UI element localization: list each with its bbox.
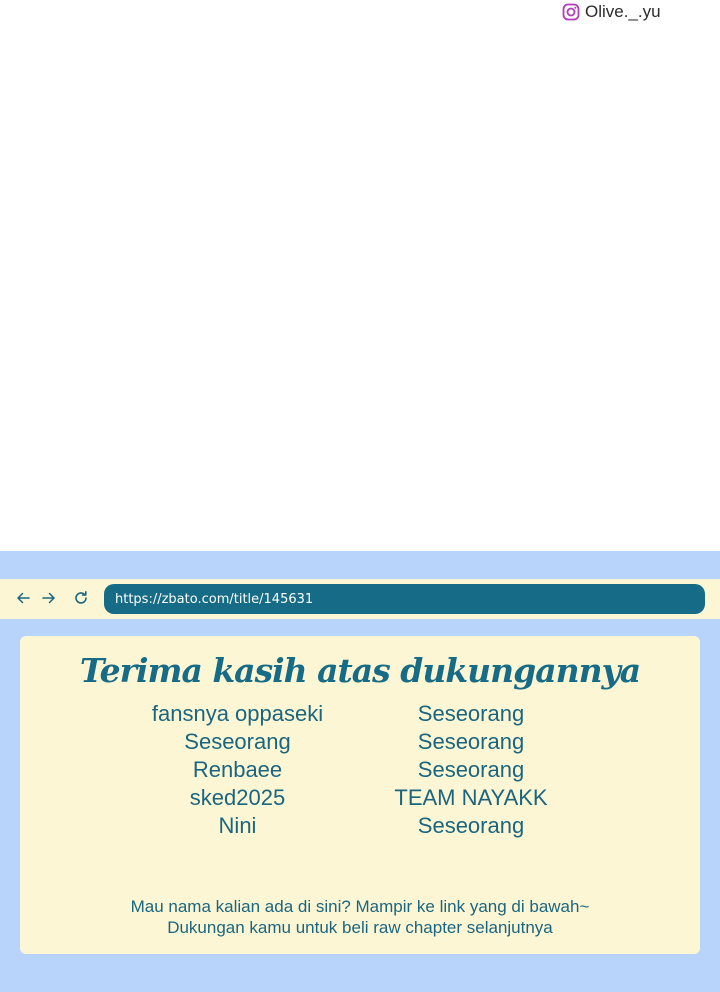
- supporter-name: sked2025: [189, 785, 286, 810]
- supporter-name: Seseorang: [417, 813, 525, 838]
- arrow-right-icon: [42, 592, 55, 604]
- footer-line: Dukungan kamu untuk beli raw chapter sel…: [167, 918, 553, 937]
- supporter-name: fansnya oppaseki: [151, 701, 324, 726]
- supporter-name: TEAM NAYAKK: [394, 785, 548, 810]
- back-button[interactable]: [12, 587, 34, 609]
- watermark-handle: Olive._.yu: [585, 2, 661, 21]
- supporter-list-left: fansnya oppaseki Seseorang Renbaee sked2…: [115, 700, 360, 840]
- supporter-name: Nini: [218, 813, 257, 838]
- watermark: Olive._.yu: [562, 1, 661, 23]
- reload-button[interactable]: [70, 587, 92, 609]
- instagram-icon: [562, 3, 580, 21]
- supporter-name: Seseorang: [417, 757, 525, 782]
- arrow-left-icon: [17, 592, 30, 604]
- url-text: https://zbato.com/title/145631: [115, 591, 314, 607]
- supporter-name: Renbaee: [192, 757, 283, 782]
- supporter-name: Seseorang: [417, 729, 525, 754]
- forward-button[interactable]: [38, 587, 60, 609]
- supporter-name: Seseorang: [184, 729, 291, 754]
- supporter-name: Seseorang: [417, 701, 525, 726]
- footer-text: Mau nama kalian ada di sini? Mampir ke l…: [0, 896, 720, 938]
- supporter-list-right: Seseorang Seseorang Seseorang TEAM NAYAK…: [370, 700, 572, 840]
- card-title: Terima kasih atas dukungannya: [79, 651, 641, 690]
- url-bar[interactable]: https://zbato.com/title/145631: [104, 584, 705, 614]
- footer-line: Mau nama kalian ada di sini? Mampir ke l…: [130, 897, 590, 916]
- reload-icon: [75, 591, 87, 604]
